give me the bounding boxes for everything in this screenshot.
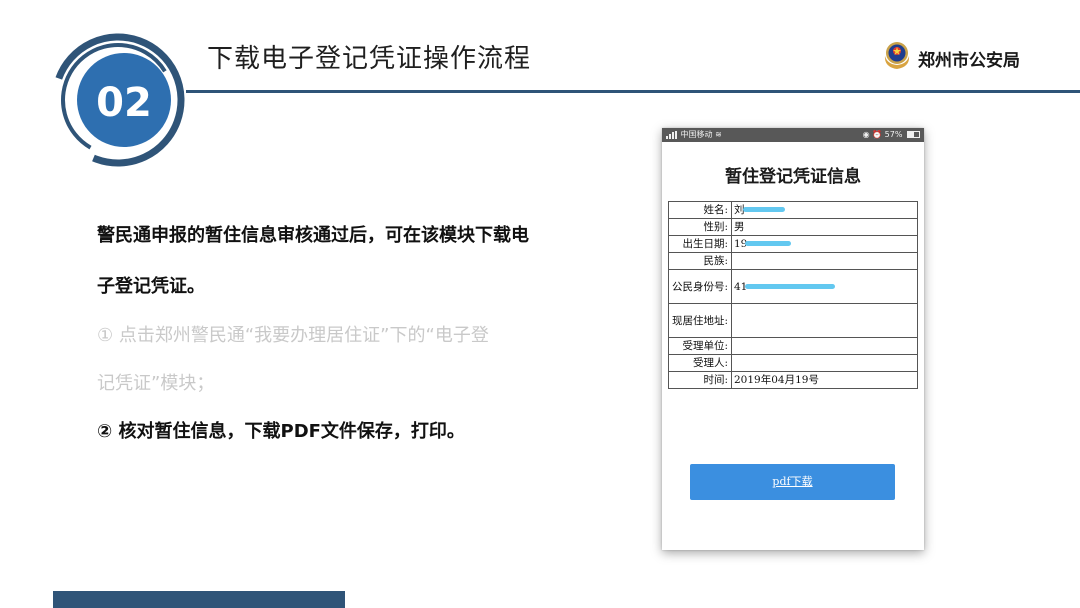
- row-label: 公民身份号:: [668, 269, 732, 304]
- table-row: 性别: 男: [668, 218, 918, 236]
- row-value: [731, 252, 918, 270]
- table-row: 姓名: 刘: [668, 201, 918, 219]
- redaction-scribble: [742, 207, 785, 212]
- row-value: [731, 337, 918, 355]
- redaction-scribble: [745, 241, 792, 246]
- table-row: 出生日期: 19: [668, 235, 918, 253]
- row-label: 受理单位:: [668, 337, 732, 355]
- slide-title: 下载电子登记凭证操作流程: [207, 44, 532, 74]
- carrier-label: 中国移动: [680, 130, 713, 139]
- location-icon: ◉: [862, 130, 870, 139]
- alarm-icon: ⏰: [872, 130, 883, 139]
- status-bar: 中国移动 ≋ ◉ ⏰ 57%: [662, 128, 924, 142]
- police-emblem-icon: [884, 42, 910, 69]
- pdf-download-button[interactable]: pdf下载: [690, 464, 895, 500]
- wifi-icon: ≋: [715, 130, 722, 139]
- intro-line-2: 子登记凭证。: [97, 276, 205, 297]
- row-value: 41: [731, 269, 918, 304]
- row-label: 出生日期:: [668, 235, 732, 253]
- intro-line-1: 警民通申报的暂住信息审核通过后，可在该模块下载电: [97, 225, 529, 246]
- row-value: 刘: [731, 201, 918, 219]
- table-row: 时间: 2019年04月19号: [668, 371, 918, 389]
- battery-icon: [907, 131, 920, 138]
- phone-title: 暂住登记凭证信息: [725, 167, 861, 187]
- battery-label: 57%: [884, 130, 903, 139]
- step-1-line-2: 记凭证”模块；: [97, 373, 215, 394]
- row-value: 2019年04月19号: [731, 371, 918, 389]
- row-label: 时间:: [668, 371, 732, 389]
- row-value: 男: [731, 218, 918, 236]
- step-1-line-1: ① 点击郑州警民通“我要办理居住证”下的“电子登: [97, 325, 489, 346]
- table-row: 受理单位:: [668, 337, 918, 355]
- row-label: 姓名:: [668, 201, 732, 219]
- table-row: 民族:: [668, 252, 918, 270]
- row-label: 性别:: [668, 218, 732, 236]
- row-label: 现居住地址:: [668, 303, 732, 338]
- row-value: [731, 354, 918, 372]
- row-value: 19: [731, 235, 918, 253]
- row-label: 民族:: [668, 252, 732, 270]
- step-badge: 02: [51, 33, 185, 167]
- registration-info-table: 姓名: 刘 性别: 男 出生日期: 19 民族: 公民身份号: 41 现居住地址…: [668, 201, 918, 389]
- phone-screenshot: 中国移动 ≋ ◉ ⏰ 57% 暂住登记凭证信息 姓名: 刘 性别: 男 出生日期…: [662, 128, 924, 550]
- table-row: 受理人:: [668, 354, 918, 372]
- row-value: [731, 303, 918, 338]
- table-row: 公民身份号: 41: [668, 269, 918, 304]
- row-label: 受理人:: [668, 354, 732, 372]
- redaction-scribble: [745, 284, 836, 289]
- step-2-line: ② 核对暂住信息，下载PDF文件保存，打印。: [97, 421, 465, 442]
- footer-bar: [53, 591, 345, 608]
- header-divider: [186, 90, 1080, 93]
- table-row: 现居住地址:: [668, 303, 918, 338]
- step-number: 02: [96, 80, 152, 126]
- signal-icon: [666, 130, 677, 139]
- org-name: 郑州市公安局: [918, 51, 1020, 71]
